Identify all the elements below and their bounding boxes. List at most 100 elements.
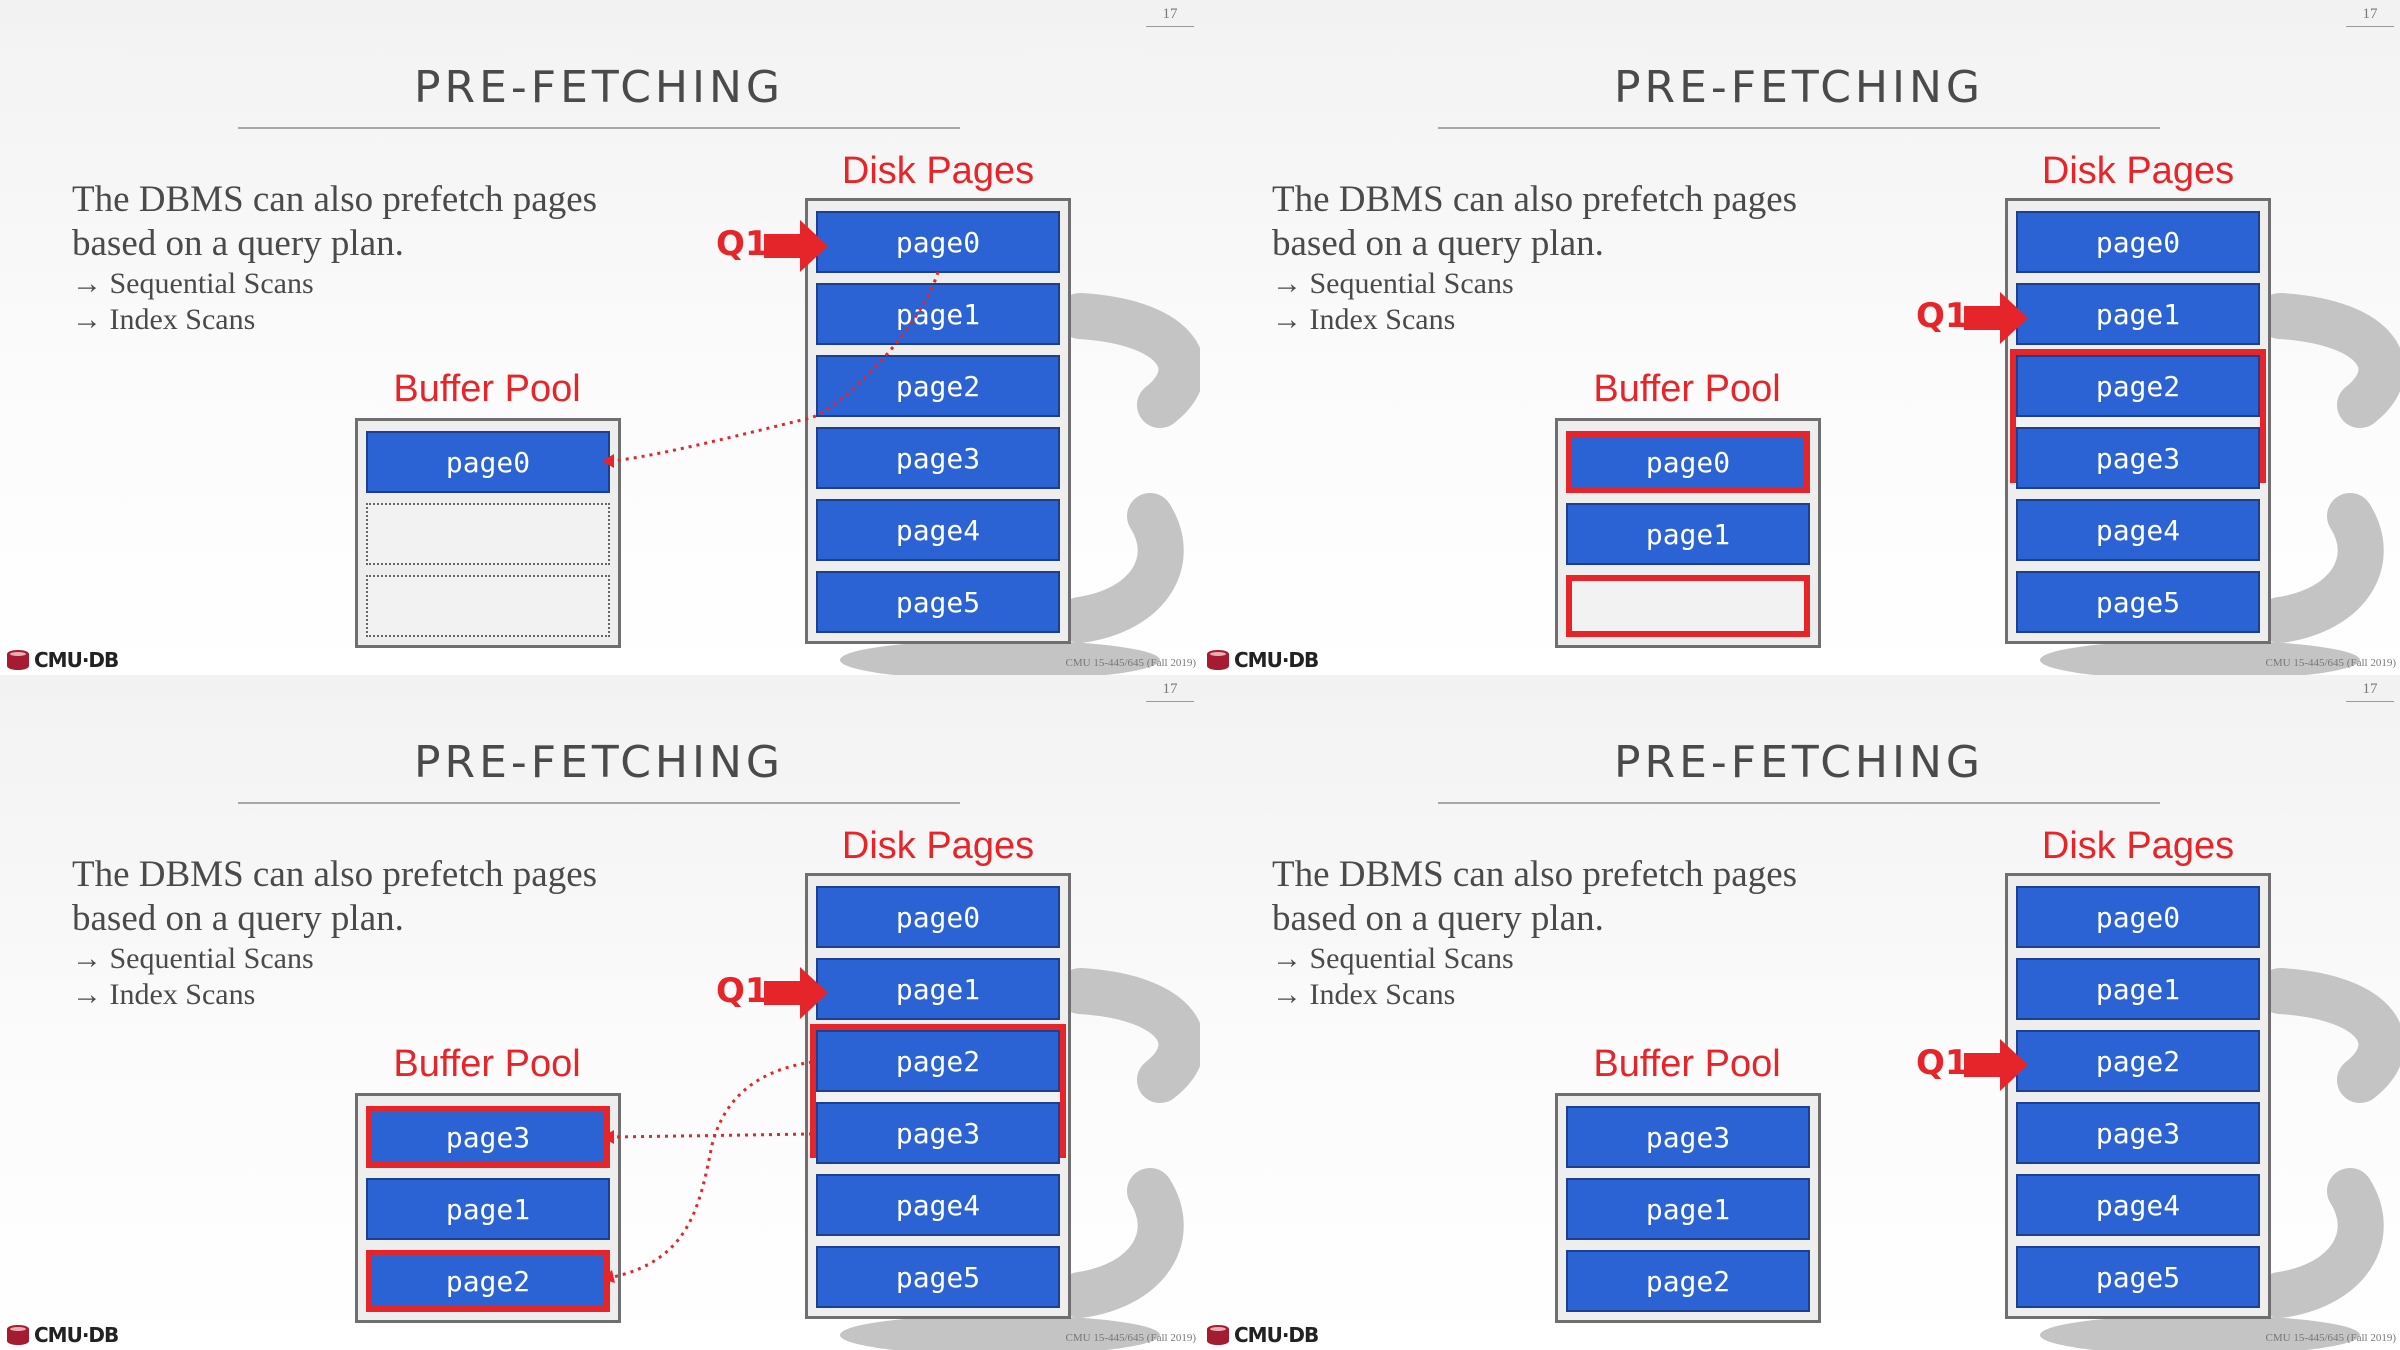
logo-text: CMU·DB xyxy=(34,1323,119,1347)
buffer-pool-frame: page3 page1 page2 xyxy=(1555,1093,1821,1323)
slide-number: 17 xyxy=(2346,681,2394,702)
disk-page-3: page3 xyxy=(2016,1102,2260,1164)
disk-page-0: page0 xyxy=(2016,211,2260,273)
disk-page-2: page2 xyxy=(2016,1030,2260,1092)
title-divider xyxy=(1438,802,2160,804)
logo-text: CMU·DB xyxy=(34,648,119,672)
body-text: The DBMS can also prefetch pages based o… xyxy=(72,853,672,1013)
disk-page-4: page4 xyxy=(816,499,1060,561)
slide-number: 17 xyxy=(1146,6,1194,27)
cmu-db-logo-icon xyxy=(1207,650,1229,670)
body-line-1: The DBMS can also prefetch pages xyxy=(72,179,598,220)
buffer-pool-frame: page0 page1 xyxy=(1555,418,1821,648)
disk-page-2: page2 xyxy=(816,1030,1060,1092)
buffer-pool-label: Buffer Pool xyxy=(1593,1043,1781,1085)
body-text: The DBMS can also prefetch pages based o… xyxy=(1272,853,1872,1013)
body-line-2: based on a query plan. xyxy=(72,898,404,939)
slide-1: 17 PRE-FETCHING The DBMS can also prefet… xyxy=(0,0,1200,675)
buffer-pool-frame: page3 page1 page2 xyxy=(355,1093,621,1323)
disk-page-3: page3 xyxy=(2016,427,2260,489)
disk-pages-label: Disk Pages xyxy=(841,825,1035,867)
course-footer: CMU 15-445/645 (Fall 2019) xyxy=(1065,657,1196,669)
buffer-slot-1: page0 xyxy=(366,431,610,493)
slide-title: PRE-FETCHING xyxy=(1614,62,1984,113)
slide-4: 17 PRE-FETCHING The DBMS can also prefet… xyxy=(1200,675,2400,1350)
cmu-db-logo-icon xyxy=(7,1325,29,1345)
logo-text: CMU·DB xyxy=(1234,648,1319,672)
buffer-pool-label: Buffer Pool xyxy=(393,1043,581,1085)
disk-pages-label: Disk Pages xyxy=(2041,150,2235,192)
body-line-1: The DBMS can also prefetch pages xyxy=(1272,179,1798,220)
q1-label: Q1 xyxy=(1916,296,1969,336)
slide-title: PRE-FETCHING xyxy=(414,737,784,788)
disk-page-0: page0 xyxy=(816,886,1060,948)
body-line-1: The DBMS can also prefetch pages xyxy=(72,854,598,895)
bullet-index-scans: → Index Scans xyxy=(72,303,256,336)
q1-label: Q1 xyxy=(716,971,769,1011)
arrow-right-icon xyxy=(764,967,828,1019)
bullet-sequential-scans: → Sequential Scans xyxy=(72,942,314,975)
disk-page-4: page4 xyxy=(816,1174,1060,1236)
buffer-slot-2-empty xyxy=(366,503,610,565)
disk-page-4: page4 xyxy=(2016,1174,2260,1236)
arrow-right-icon xyxy=(1964,292,2028,344)
disk-page-5: page5 xyxy=(2016,1246,2260,1308)
slide-title: PRE-FETCHING xyxy=(1614,737,1984,788)
cmu-db-logo: CMU·DB xyxy=(1206,1323,1319,1347)
arrow-right-icon xyxy=(764,220,828,272)
disk-page-1: page1 xyxy=(2016,958,2260,1020)
disk-page-1: page1 xyxy=(816,283,1060,345)
bullet-sequential-scans: → Sequential Scans xyxy=(72,267,314,300)
body-line-1: The DBMS can also prefetch pages xyxy=(1272,854,1798,895)
buffer-slot-2: page1 xyxy=(1566,503,1810,565)
buffer-pool-frame: page0 xyxy=(355,418,621,648)
disk-page-0: page0 xyxy=(2016,886,2260,948)
cmu-db-logo: CMU·DB xyxy=(6,648,119,672)
disk-page-2: page2 xyxy=(2016,355,2260,417)
buffer-slot-2: page1 xyxy=(1566,1178,1810,1240)
q1-label: Q1 xyxy=(716,224,769,264)
slide-title: PRE-FETCHING xyxy=(414,62,784,113)
buffer-pool-label: Buffer Pool xyxy=(1593,368,1781,410)
disk-page-5: page5 xyxy=(816,1246,1060,1308)
disk-pages-frame: page0 page1 page2 page3 page4 page5 xyxy=(2005,198,2271,644)
bullet-sequential-scans: → Sequential Scans xyxy=(1272,267,1514,300)
body-line-2: based on a query plan. xyxy=(72,223,404,264)
disk-pages-label: Disk Pages xyxy=(841,150,1035,192)
buffer-slot-3-empty xyxy=(1566,575,1810,637)
disk-page-1: page1 xyxy=(2016,283,2260,345)
disk-page-3: page3 xyxy=(816,427,1060,489)
slide-grid: 17 PRE-FETCHING The DBMS can also prefet… xyxy=(0,0,2400,1350)
body-text: The DBMS can also prefetch pages based o… xyxy=(1272,178,1872,338)
buffer-slot-3: page2 xyxy=(366,1250,610,1312)
bullet-index-scans: → Index Scans xyxy=(72,978,256,1011)
slide-number: 17 xyxy=(1146,681,1194,702)
course-footer: CMU 15-445/645 (Fall 2019) xyxy=(2265,1332,2396,1344)
disk-page-1: page1 xyxy=(816,958,1060,1020)
body-text: The DBMS can also prefetch pages based o… xyxy=(72,178,672,338)
disk-page-4: page4 xyxy=(2016,499,2260,561)
buffer-pool-label: Buffer Pool xyxy=(393,368,581,410)
disk-page-5: page5 xyxy=(2016,571,2260,633)
bullet-index-scans: → Index Scans xyxy=(1272,303,1456,336)
buffer-slot-3: page2 xyxy=(1566,1250,1810,1312)
disk-pages-frame: page0 page1 page2 page3 page4 page5 xyxy=(805,198,1071,644)
disk-page-0: page0 xyxy=(816,211,1060,273)
q1-label: Q1 xyxy=(1916,1043,1969,1083)
buffer-slot-1: page3 xyxy=(366,1106,610,1168)
disk-page-5: page5 xyxy=(816,571,1060,633)
slide-number: 17 xyxy=(2346,6,2394,27)
cmu-db-logo-icon xyxy=(7,650,29,670)
cmu-db-logo-icon xyxy=(1207,1325,1229,1345)
buffer-slot-3-empty xyxy=(366,575,610,637)
logo-text: CMU·DB xyxy=(1234,1323,1319,1347)
bullet-index-scans: → Index Scans xyxy=(1272,978,1456,1011)
disk-page-3: page3 xyxy=(816,1102,1060,1164)
title-divider xyxy=(238,802,960,804)
body-line-2: based on a query plan. xyxy=(1272,898,1604,939)
cmu-db-logo: CMU·DB xyxy=(6,1323,119,1347)
course-footer: CMU 15-445/645 (Fall 2019) xyxy=(1065,1332,1196,1344)
bullet-sequential-scans: → Sequential Scans xyxy=(1272,942,1514,975)
disk-page-2: page2 xyxy=(816,355,1060,417)
title-divider xyxy=(238,127,960,129)
